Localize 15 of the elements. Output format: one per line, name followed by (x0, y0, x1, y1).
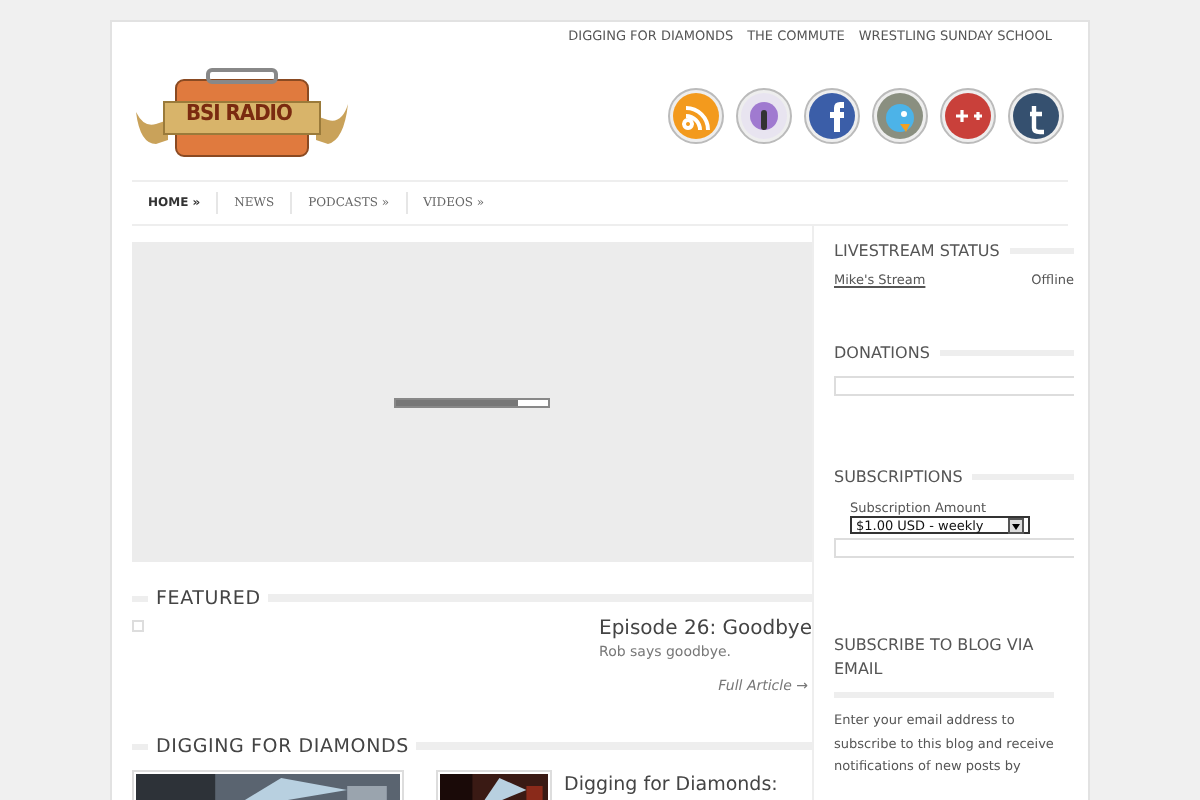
widget-heading: LIVESTREAM STATUS (834, 241, 1000, 259)
tumblr-icon[interactable] (1008, 88, 1064, 144)
facebook-icon[interactable] (804, 88, 860, 144)
dropdown-arrow-icon (1008, 517, 1024, 533)
section-heading: DIGGING FOR DIAMONDS (156, 735, 409, 757)
bird-icon[interactable] (872, 88, 928, 144)
podcast-icon[interactable] (736, 88, 792, 144)
google-plus-icon[interactable] (940, 88, 996, 144)
article-title[interactable]: Episode 26: Goodbye (599, 618, 812, 640)
section-heading: FEATURED (156, 587, 261, 609)
widget-heading: SUBSCRIPTIONS (834, 467, 963, 485)
widget-heading: SUBSCRIBE TO BLOG VIA EMAIL (834, 634, 1036, 682)
widget-heading: DONATIONS (834, 343, 930, 361)
logo-text: BSI RADIO (186, 100, 292, 126)
post-title[interactable]: Digging for Diamonds: (564, 774, 778, 796)
